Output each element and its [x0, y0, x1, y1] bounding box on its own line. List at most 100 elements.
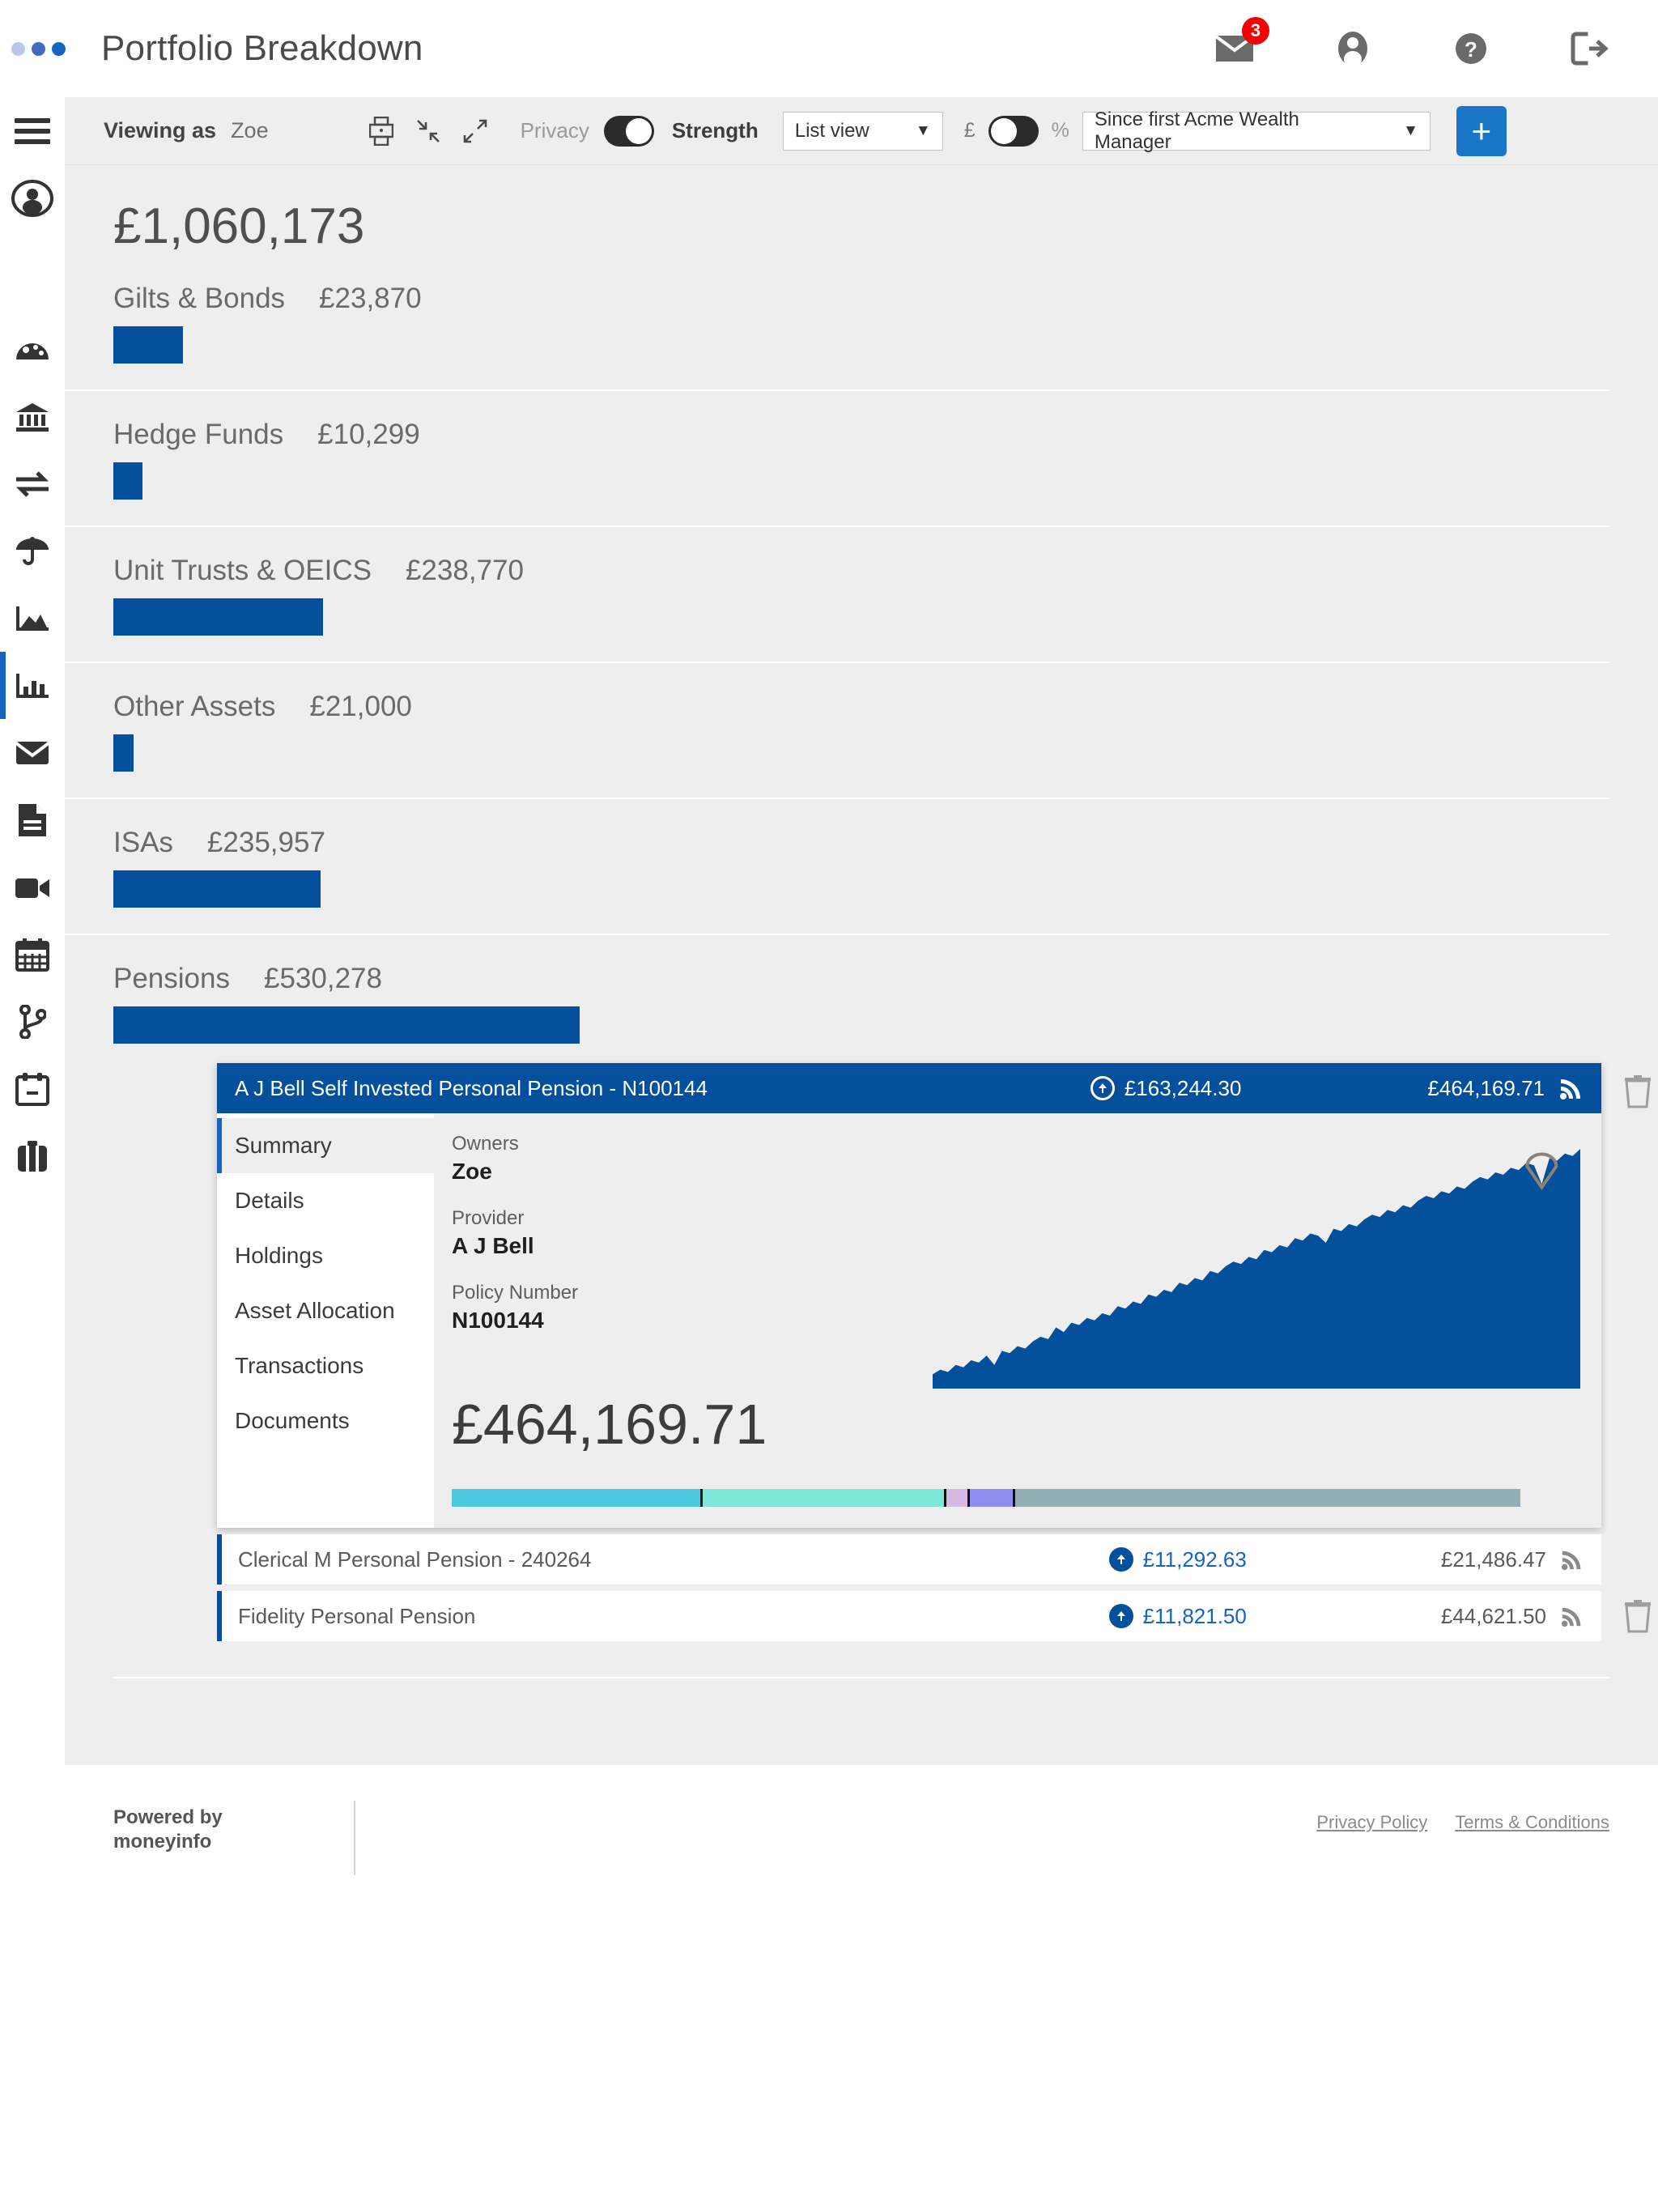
briefcase-icon[interactable] — [0, 1122, 65, 1189]
account-change: £163,244.30 — [1090, 1076, 1241, 1101]
main-panel: Viewing as Zoe Privacy Strength List vie… — [65, 97, 1658, 1765]
powered-by-line1: Powered by — [113, 1806, 223, 1828]
category-row[interactable]: Unit Trusts & OEICS £238,770 — [65, 555, 1658, 636]
category-bar — [113, 598, 324, 636]
account-value: £21,486.47 — [1440, 1546, 1546, 1572]
account-card: A J Bell Self Invested Personal Pension … — [217, 1063, 1651, 1528]
tab-label: Holdings — [235, 1243, 323, 1268]
account-card-header[interactable]: A J Bell Self Invested Personal Pension … — [217, 1063, 1601, 1113]
category-amount: £235,957 — [206, 827, 325, 858]
expanded-account-card: A J Bell Self Invested Personal Pension … — [65, 1063, 1658, 1528]
profile-icon[interactable] — [1331, 27, 1375, 70]
window-dot-2[interactable] — [32, 41, 45, 56]
tab-asset-allocation[interactable]: Asset Allocation — [217, 1283, 434, 1338]
divider — [113, 1677, 1609, 1678]
view-toolbar: Viewing as Zoe Privacy Strength List vie… — [65, 97, 1658, 165]
messages-sidebar-icon[interactable] — [0, 719, 65, 786]
currency-symbol-label: £ — [963, 119, 976, 142]
category-name: Unit Trusts & OEICS — [113, 555, 372, 586]
tab-holdings[interactable]: Holdings — [217, 1228, 434, 1283]
account-value: £464,169.71 — [1427, 1075, 1545, 1100]
privacy-label: Privacy — [520, 118, 589, 143]
portfolio-total: £1,060,173 — [113, 198, 365, 254]
page-title: Portfolio Breakdown — [101, 28, 423, 68]
account-row[interactable]: Clerical M Personal Pension - 240264 £11… — [217, 1534, 1601, 1585]
divider — [65, 525, 1609, 527]
tab-transactions[interactable]: Transactions — [217, 1338, 434, 1393]
account-tab-list: Summary Details Holdings Asset Allocatio… — [217, 1113, 434, 1528]
account-big-amount: £464,169.71 — [452, 1393, 767, 1456]
category-row[interactable]: Gilts & Bonds £23,870 — [65, 283, 1658, 364]
transfers-icon[interactable] — [0, 450, 65, 517]
window-dot-1[interactable] — [11, 41, 25, 56]
arrow-up-icon — [1108, 1547, 1133, 1572]
view-mode-select[interactable]: List view ▼ — [782, 111, 943, 151]
dashboard-icon[interactable] — [0, 316, 65, 383]
add-account-button[interactable]: + — [1456, 105, 1507, 156]
rss-icon[interactable] — [1559, 1076, 1584, 1100]
category-amount: £10,299 — [317, 419, 420, 450]
account-change-value: £11,821.50 — [1142, 1603, 1247, 1628]
category-row[interactable]: Other Assets £21,000 — [65, 691, 1658, 772]
documents-icon[interactable] — [0, 786, 65, 853]
window-dot-3[interactable] — [52, 41, 66, 56]
footer-links: Privacy Policy Terms & Conditions — [1316, 1812, 1609, 1833]
allocation-segment-3 — [946, 1489, 971, 1507]
banking-icon[interactable] — [0, 383, 65, 450]
category-name: Gilts & Bonds — [113, 283, 286, 314]
divider — [65, 934, 1609, 935]
delete-account-icon[interactable] — [1624, 1599, 1652, 1633]
printer-icon[interactable] — [362, 112, 401, 151]
planner-icon[interactable] — [0, 1055, 65, 1122]
protection-icon[interactable] — [0, 517, 65, 585]
currency-toggle-knob — [990, 117, 1017, 144]
percent-symbol-label: % — [1051, 119, 1069, 142]
arrow-up-icon — [1090, 1076, 1115, 1100]
divider — [65, 389, 1609, 391]
tab-documents[interactable]: Documents — [217, 1393, 434, 1448]
terms-conditions-link[interactable]: Terms & Conditions — [1455, 1812, 1609, 1833]
allocation-segment-4 — [970, 1489, 1015, 1507]
help-icon[interactable]: ? — [1449, 27, 1493, 70]
footer-divider — [354, 1801, 355, 1875]
tab-label: Transactions — [235, 1353, 364, 1378]
account-title: Fidelity Personal Pension — [238, 1603, 476, 1628]
collapse-arrows-icon[interactable] — [409, 112, 448, 151]
asset-allocation-bar — [452, 1489, 1520, 1507]
menu-icon[interactable] — [0, 97, 65, 164]
expand-arrows-icon[interactable] — [456, 112, 495, 151]
rss-icon[interactable] — [1561, 1548, 1584, 1571]
strength-label: Strength — [671, 118, 759, 143]
left-sidebar — [0, 97, 65, 1765]
investments-icon[interactable] — [0, 585, 65, 652]
account-change: £11,292.63 — [1108, 1546, 1247, 1572]
workflow-icon[interactable] — [0, 988, 65, 1055]
currency-percent-toggle[interactable] — [988, 115, 1039, 147]
arrow-up-icon — [1108, 1604, 1133, 1628]
category-row[interactable]: Hedge Funds £10,299 — [65, 419, 1658, 500]
category-bar — [113, 734, 134, 772]
window-controls[interactable] — [11, 41, 66, 56]
chevron-down-icon: ▼ — [1403, 121, 1418, 139]
privacy-toggle[interactable] — [603, 115, 654, 147]
account-change: £11,821.50 — [1108, 1603, 1247, 1629]
delete-account-icon[interactable] — [1624, 1074, 1652, 1108]
tab-summary[interactable]: Summary — [217, 1118, 434, 1173]
period-select[interactable]: Since first Acme Wealth Manager ▼ — [1082, 108, 1431, 153]
sidebar-item-portfolio[interactable] — [0, 652, 65, 719]
messages-icon[interactable]: 3 — [1213, 17, 1269, 70]
video-icon[interactable] — [0, 853, 65, 921]
category-row[interactable]: ISAs £235,957 — [65, 827, 1658, 908]
category-row[interactable]: Pensions £530,278 — [65, 963, 1658, 1044]
rss-icon[interactable] — [1561, 1605, 1584, 1627]
allocation-segment-5 — [1014, 1489, 1520, 1507]
account-row[interactable]: Fidelity Personal Pension £11,821.50 £44… — [217, 1591, 1651, 1641]
account-avatar-icon[interactable] — [0, 164, 65, 232]
tab-details[interactable]: Details — [217, 1173, 434, 1228]
privacy-policy-link[interactable]: Privacy Policy — [1316, 1812, 1427, 1833]
calendar-icon[interactable] — [0, 921, 65, 988]
allocation-segment-2 — [703, 1489, 947, 1507]
category-bar — [113, 870, 321, 908]
logout-icon[interactable] — [1567, 27, 1611, 70]
account-change-value: £11,292.63 — [1142, 1546, 1247, 1572]
